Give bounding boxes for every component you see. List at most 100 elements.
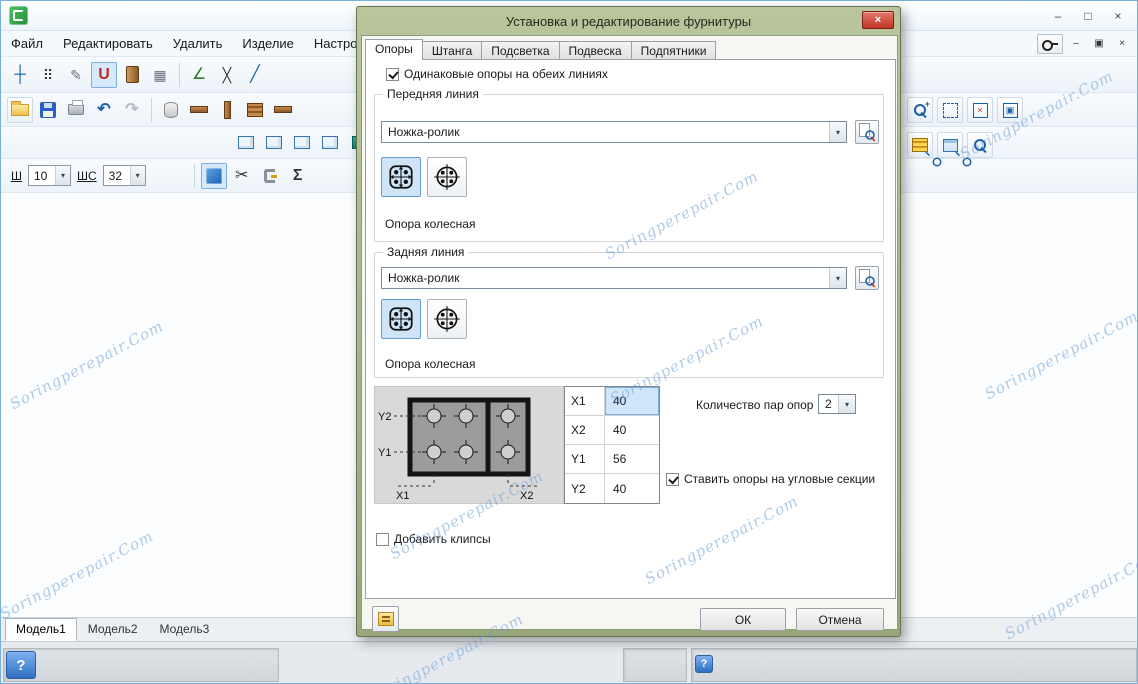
cylinder-tool-button[interactable] [158, 97, 184, 123]
context-help-button[interactable]: ? [695, 655, 713, 673]
zoom-window-button[interactable]: × [967, 97, 993, 123]
front-caster-single-button[interactable] [427, 157, 467, 197]
view-front-button[interactable] [233, 130, 259, 156]
dialog-body: Опоры Штанга Подсветка Подвеска Подпятни… [361, 35, 898, 632]
view-iso-button[interactable] [317, 130, 343, 156]
magnet-tool-button[interactable]: U [91, 61, 117, 88]
find-table-button[interactable] [937, 132, 963, 158]
back-caster-single-button[interactable] [427, 299, 467, 339]
back-preview-button[interactable] [855, 266, 879, 290]
door-tool-button[interactable] [119, 62, 145, 88]
chevron-down-icon[interactable]: ▾ [129, 166, 145, 185]
dialog-close-button[interactable]: × [862, 11, 894, 29]
front-preview-button[interactable] [855, 120, 879, 144]
minimize-button[interactable]: – [1043, 5, 1073, 27]
redo-button[interactable]: ↷ [119, 97, 145, 123]
cross-lines-tool-button[interactable]: ╳ [214, 62, 240, 88]
pairs-count-select[interactable]: 2 ▾ [818, 394, 856, 414]
corner-supports-checkbox[interactable] [666, 472, 679, 486]
menu-delete[interactable]: Удалить [163, 32, 233, 55]
zoom-extents-button[interactable] [937, 97, 963, 123]
dialog-titlebar: Установка и редактирование фурнитуры × [361, 7, 896, 35]
key-icon [1042, 39, 1058, 51]
chevron-down-icon[interactable]: ▾ [829, 122, 846, 142]
board-vertical-icon [223, 100, 231, 119]
zoom-previous-button[interactable]: ▣ [997, 97, 1023, 123]
search-button[interactable] [967, 132, 993, 158]
app-mode-button[interactable] [200, 162, 227, 189]
front-line-value: Ножка-ролик [388, 125, 460, 139]
back-line-select[interactable]: Ножка-ролик ▾ [381, 267, 847, 289]
chevron-down-icon[interactable]: ▾ [829, 268, 846, 288]
search-icon [972, 137, 988, 153]
angle-tool-button[interactable]: ∠ [186, 62, 212, 88]
close-button[interactable]: × [1103, 5, 1133, 27]
tab-model2[interactable]: Модель2 [77, 618, 149, 641]
menu-edit[interactable]: Редактировать [53, 32, 163, 55]
zoom-window-icon: × [972, 102, 988, 118]
tab-model3[interactable]: Модель3 [149, 618, 221, 641]
side-panel-tool-button[interactable] [214, 97, 240, 123]
grid-snap-button[interactable]: ⠿ [35, 62, 61, 88]
copy-tool-button[interactable]: ▦ [147, 62, 173, 88]
sum-tool-button[interactable]: Σ [285, 163, 311, 189]
param-value[interactable]: 40 [605, 474, 659, 503]
sheet-thickness-select[interactable]: 10 ▾ [28, 165, 71, 186]
edge-thickness-select[interactable]: 32 ▾ [102, 165, 146, 186]
board-icon [274, 106, 292, 113]
zoom-in-button[interactable]: + [907, 97, 933, 123]
param-name: Y1 [565, 445, 605, 473]
menu-file[interactable]: Файл [1, 32, 53, 55]
license-key-button[interactable] [1037, 33, 1063, 54]
diagonal-tool-button[interactable]: ╱ [242, 62, 268, 88]
mdi-minimize-button[interactable]: – [1066, 35, 1086, 53]
move-tool-button[interactable]: ┼ [7, 62, 33, 88]
view-side-button[interactable] [261, 130, 287, 156]
zoom-previous-icon: ▣ [1002, 102, 1018, 118]
param-value[interactable]: 40 [605, 387, 659, 415]
measure-tool-button[interactable]: ✎ [63, 62, 89, 88]
front-line-select[interactable]: Ножка-ролик ▾ [381, 121, 847, 143]
help-button[interactable]: ? [6, 651, 36, 679]
ok-button[interactable]: ОК [700, 608, 786, 631]
menu-product[interactable]: Изделие [232, 32, 303, 55]
find-structure-button[interactable] [907, 132, 933, 158]
chevron-down-icon[interactable]: ▾ [838, 395, 855, 413]
param-value[interactable]: 56 [605, 445, 659, 473]
panel-stack-tool-button[interactable] [242, 97, 268, 123]
caster-wheel-icon [434, 306, 460, 332]
print-button[interactable] [63, 97, 89, 123]
cylinder-icon [164, 101, 178, 118]
undo-button[interactable]: ↶ [91, 97, 117, 123]
tab-model1[interactable]: Модель1 [5, 618, 77, 641]
save-defaults-button[interactable] [372, 606, 399, 632]
same-supports-checkbox[interactable] [386, 67, 399, 81]
dialog-title: Установка и редактирование фурнитуры [505, 13, 752, 29]
open-button[interactable] [7, 96, 33, 123]
edge-thickness-value: 32 [108, 168, 123, 183]
clamp-tool-button[interactable] [257, 163, 283, 189]
add-clips-checkbox[interactable] [376, 532, 389, 546]
param-value[interactable]: 40 [605, 416, 659, 444]
tab-supports[interactable]: Опоры [365, 39, 423, 60]
corner-supports-label: Ставить опоры на угловые секции [684, 472, 876, 486]
shelf-tool-button[interactable] [186, 97, 212, 123]
chevron-down-icon[interactable]: ▾ [55, 166, 70, 185]
back-caster-pair-button[interactable] [381, 299, 421, 339]
panel-tool-button[interactable] [270, 97, 296, 123]
view-top-button[interactable] [289, 130, 315, 156]
table-row: Y1 56 [565, 445, 659, 474]
cancel-button[interactable]: Отмена [796, 608, 884, 631]
maximize-button[interactable]: □ [1073, 5, 1103, 27]
printer-icon [68, 100, 84, 115]
mdi-restore-button[interactable]: ▣ [1089, 35, 1109, 53]
cut-tool-button[interactable]: ✂ [229, 163, 255, 189]
tab-glides[interactable]: Подпятники [630, 41, 717, 59]
mdi-close-button[interactable]: × [1112, 35, 1132, 53]
save-button[interactable] [35, 97, 61, 123]
front-caster-pair-button[interactable] [381, 157, 421, 197]
tab-rod[interactable]: Штанга [421, 41, 483, 59]
front-line-label: Передняя линия [383, 87, 483, 101]
tab-hanger[interactable]: Подвеска [558, 41, 632, 59]
tab-lighting[interactable]: Подсветка [481, 41, 560, 59]
